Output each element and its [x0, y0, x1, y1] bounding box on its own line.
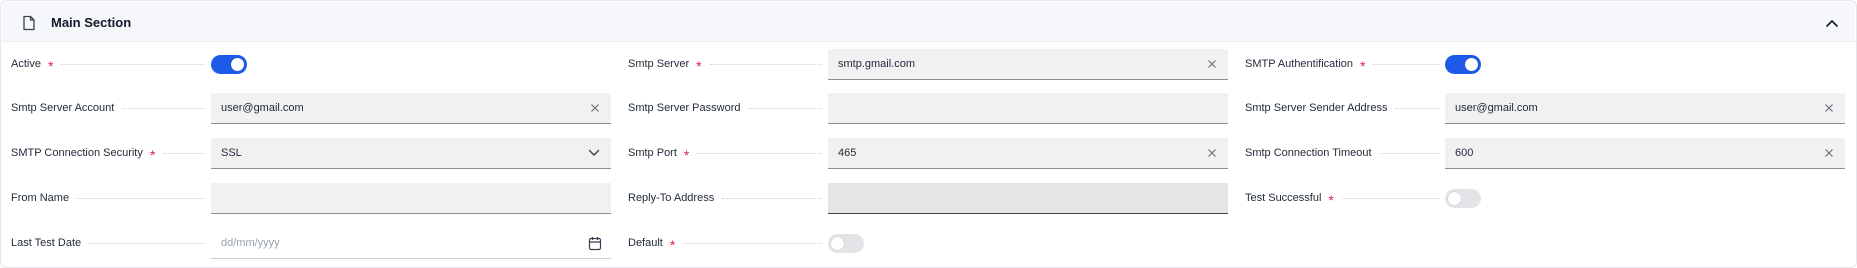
- field-value: 465: [838, 147, 857, 159]
- toggle-knob: [231, 58, 244, 71]
- toggle-knob: [1465, 58, 1478, 71]
- required-marker: *: [683, 147, 690, 163]
- required-marker: *: [669, 237, 676, 253]
- field-label: SMTP Connection Security: [11, 147, 143, 159]
- field-value: smtp.gmail.com: [838, 58, 916, 70]
- field-smtp-server-sender-address: Smtp Server Sender Address user@gmail.co…: [1245, 86, 1845, 130]
- field-label: Reply-To Address: [628, 192, 715, 204]
- field-smtp-port: Smtp Port * 465: [628, 131, 1228, 175]
- required-marker: *: [47, 58, 54, 74]
- label-leader: [89, 242, 205, 244]
- smtp-server-account-input[interactable]: user@gmail.com: [211, 93, 611, 124]
- active-toggle[interactable]: [211, 55, 247, 74]
- main-section-panel: Main Section Active * Smtp Server Accoun…: [0, 0, 1857, 268]
- field-smtp-server: Smtp Server * smtp.gmail.com: [628, 42, 1228, 86]
- toggle-knob: [1448, 192, 1461, 205]
- label-leader: [748, 107, 822, 109]
- clear-icon[interactable]: [1824, 148, 1834, 158]
- label-leader: [697, 152, 822, 154]
- field-reply-to-address: Reply-To Address: [628, 176, 1228, 220]
- section-title: Main Section: [51, 15, 132, 30]
- field-label: Default: [628, 237, 663, 249]
- field-label: SMTP Authentification: [1245, 58, 1354, 70]
- clear-icon[interactable]: [1207, 148, 1217, 158]
- field-smtp-connection-security: SMTP Connection Security * SSL: [11, 131, 611, 175]
- label-leader: [1379, 152, 1439, 154]
- field-label: Smtp Connection Timeout: [1245, 147, 1372, 159]
- field-label: Smtp Server Sender Address: [1245, 102, 1388, 114]
- smtp-server-sender-address-input[interactable]: user@gmail.com: [1445, 93, 1845, 124]
- field-last-test-date: Last Test Date dd/mm/yyyy: [11, 221, 611, 265]
- field-label: From Name: [11, 192, 70, 204]
- label-leader: [61, 63, 205, 65]
- date-placeholder: dd/mm/yyyy: [221, 237, 280, 249]
- required-marker: *: [1360, 58, 1366, 74]
- field-label: Smtp Server Account: [11, 102, 115, 114]
- label-leader: [1395, 107, 1439, 109]
- field-label: Last Test Date: [11, 237, 82, 249]
- smtp-connection-timeout-input[interactable]: 600: [1445, 138, 1845, 169]
- clear-icon[interactable]: [590, 103, 600, 113]
- field-label: Smtp Server: [628, 58, 690, 70]
- field-label: Smtp Server Password: [628, 102, 741, 114]
- field-label: Active: [11, 58, 41, 70]
- reply-to-address-input[interactable]: [828, 183, 1228, 214]
- document-icon: [23, 15, 35, 31]
- field-smtp-connection-timeout: Smtp Connection Timeout 600: [1245, 131, 1845, 175]
- label-leader: [1373, 63, 1439, 65]
- label-leader: [1341, 197, 1439, 199]
- last-test-date-input[interactable]: dd/mm/yyyy: [211, 228, 611, 259]
- section-header[interactable]: Main Section: [2, 2, 1855, 42]
- field-value: user@gmail.com: [1455, 102, 1538, 114]
- label-leader: [77, 197, 205, 199]
- toggle-knob: [831, 237, 844, 250]
- label-leader: [122, 107, 205, 109]
- field-smtp-server-account: Smtp Server Account user@gmail.com: [11, 86, 611, 130]
- chevron-up-icon[interactable]: [1822, 14, 1842, 32]
- chevron-down-icon[interactable]: [588, 149, 600, 157]
- required-marker: *: [1328, 192, 1334, 208]
- smtp-server-input[interactable]: smtp.gmail.com: [828, 49, 1228, 80]
- clear-icon[interactable]: [1207, 59, 1217, 69]
- from-name-input[interactable]: [211, 183, 611, 214]
- smtp-connection-security-select[interactable]: SSL: [211, 138, 611, 169]
- field-label: Smtp Port: [628, 147, 677, 159]
- smtp-port-input[interactable]: 465: [828, 138, 1228, 169]
- required-marker: *: [696, 58, 702, 74]
- label-leader: [722, 197, 822, 199]
- field-test-successful: Test Successful *: [1245, 176, 1845, 220]
- field-smtp-server-password: Smtp Server Password: [628, 86, 1228, 130]
- smtp-authentification-toggle[interactable]: [1445, 55, 1481, 74]
- label-leader: [683, 242, 822, 244]
- field-value: SSL: [221, 147, 242, 159]
- test-successful-toggle[interactable]: [1445, 189, 1481, 208]
- default-toggle[interactable]: [828, 234, 864, 253]
- label-leader: [163, 152, 205, 154]
- field-label: Test Successful: [1245, 192, 1322, 204]
- field-active: Active *: [11, 42, 611, 86]
- field-from-name: From Name: [11, 176, 611, 220]
- field-smtp-authentification: SMTP Authentification *: [1245, 42, 1845, 86]
- clear-icon[interactable]: [1824, 103, 1834, 113]
- field-default: Default *: [628, 221, 1228, 265]
- label-leader: [709, 63, 822, 65]
- required-marker: *: [149, 147, 156, 163]
- calendar-icon[interactable]: [588, 236, 602, 251]
- smtp-server-password-input[interactable]: [828, 93, 1228, 124]
- field-value: 600: [1455, 147, 1474, 159]
- field-value: user@gmail.com: [221, 102, 304, 114]
